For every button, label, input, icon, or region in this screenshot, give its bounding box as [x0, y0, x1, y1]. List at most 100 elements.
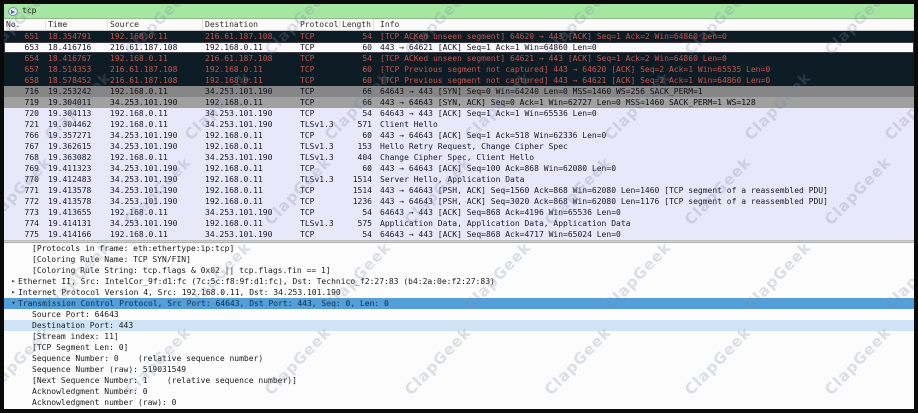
packet-rows: 65118.354791192.168.0.11216.61.187.108TC… — [4, 31, 914, 240]
packet-row-769[interactable]: 76919.41132334.253.101.190192.168.0.11TC… — [4, 163, 914, 174]
packet-row-720[interactable]: 72019.304113192.168.0.1134.253.101.190TC… — [4, 108, 914, 119]
packet-cell-time: 19.253242 — [46, 86, 108, 97]
detail-row-5[interactable]: ▾Transmission Control Protocol, Src Port… — [4, 298, 914, 309]
display-filter-bar[interactable]: tcp — [4, 4, 914, 19]
packet-row-716[interactable]: 71619.253242192.168.0.1134.253.101.190TC… — [4, 86, 914, 97]
packet-cell-len: 60 — [340, 163, 374, 174]
packet-cell-proto: TCP — [298, 163, 340, 174]
packet-row-774[interactable]: 77419.41413134.253.101.190192.168.0.11TL… — [4, 218, 914, 229]
packet-cell-proto: TCP — [298, 42, 340, 53]
packet-cell-len: 54 — [340, 31, 374, 42]
packet-cell-time: 19.413655 — [46, 207, 108, 218]
packet-cell-dst: 216.61.187.108 — [203, 53, 298, 64]
packet-cell-proto: TCP — [298, 108, 340, 119]
packet-cell-src: 216.61.187.108 — [108, 64, 203, 75]
packet-row-768[interactable]: 76819.363082192.168.0.1134.253.101.190TL… — [4, 152, 914, 163]
column-header-info[interactable]: Info — [374, 19, 914, 30]
packet-cell-proto: TCP — [298, 31, 340, 42]
detail-row-1[interactable]: [Coloring Rule Name: TCP SYN/FIN] — [4, 254, 914, 265]
packet-detail-pane: [Protocols in frame: eth:ethertype:ip:tc… — [4, 243, 914, 408]
packet-row-775[interactable]: 77519.414166192.168.0.1134.253.101.190TC… — [4, 229, 914, 240]
packet-row-658[interactable]: 65818.578452216.61.187.108192.168.0.11TC… — [4, 75, 914, 86]
detail-text: Internet Protocol Version 4, Src: 192.16… — [18, 287, 341, 298]
packet-cell-no: 716 — [4, 86, 46, 97]
packet-row-653[interactable]: 65318.416716216.61.187.108192.168.0.11TC… — [4, 42, 914, 53]
packet-cell-time: 19.362615 — [46, 141, 108, 152]
packet-row-770[interactable]: 77019.41248334.253.101.190192.168.0.11TL… — [4, 174, 914, 185]
packet-cell-dst: 34.253.101.190 — [203, 152, 298, 163]
packet-cell-time: 18.354791 — [46, 31, 108, 42]
collapsed-expander-icon[interactable]: ▸ — [9, 276, 18, 287]
packet-row-771[interactable]: 77119.41357834.253.101.190192.168.0.11TC… — [4, 185, 914, 196]
column-header-no[interactable]: No. — [4, 19, 46, 30]
packet-cell-src: 192.168.0.11 — [108, 229, 203, 240]
packet-row-654[interactable]: 65418.416767192.168.0.11216.61.187.108TC… — [4, 53, 914, 64]
packet-cell-time: 19.304113 — [46, 108, 108, 119]
packet-cell-no: 721 — [4, 119, 46, 130]
packet-row-721[interactable]: 72119.304462192.168.0.1134.253.101.190TL… — [4, 119, 914, 130]
packet-cell-dst: 34.253.101.190 — [203, 86, 298, 97]
packet-row-651[interactable]: 65118.354791192.168.0.11216.61.187.108TC… — [4, 31, 914, 42]
packet-cell-info: Server Hello, Application Data — [374, 174, 914, 185]
detail-row-6[interactable]: Source Port: 64643 — [4, 309, 914, 320]
detail-row-7[interactable]: Destination Port: 443 — [4, 320, 914, 331]
detail-row-14[interactable]: Acknowledgment number (raw): 0 — [4, 397, 914, 408]
packet-cell-time: 19.414166 — [46, 229, 108, 240]
packet-cell-len: 66 — [340, 97, 374, 108]
packet-cell-proto: TCP — [298, 75, 340, 86]
packet-cell-time: 19.304011 — [46, 97, 108, 108]
display-filter-input[interactable]: tcp — [22, 4, 36, 18]
packet-cell-src: 192.168.0.11 — [108, 108, 203, 119]
detail-text: Ethernet II, Src: IntelCor_9f:d1:fc (7c:… — [18, 276, 495, 287]
packet-row-767[interactable]: 76719.36261534.253.101.190192.168.0.11TL… — [4, 141, 914, 152]
packet-cell-no: 658 — [4, 75, 46, 86]
column-header-destination[interactable]: Destination — [203, 19, 298, 30]
column-header-length[interactable]: Length — [340, 19, 374, 30]
packet-cell-len: 153 — [340, 141, 374, 152]
packet-row-772[interactable]: 77219.41357834.253.101.190192.168.0.11TC… — [4, 196, 914, 207]
filter-bookmark-icon[interactable] — [8, 7, 18, 16]
packet-cell-info: [TCP ACKed unseen segment] 64620 → 443 [… — [374, 31, 914, 42]
packet-cell-len: 60 — [340, 64, 374, 75]
packet-list-pane: No.TimeSourceDestinationProtocolLengthIn… — [4, 19, 914, 240]
detail-row-3[interactable]: ▸Ethernet II, Src: IntelCor_9f:d1:fc (7c… — [4, 276, 914, 287]
packet-cell-len: 54 — [340, 229, 374, 240]
detail-row-11[interactable]: Sequence Number (raw): 519031549 — [4, 364, 914, 375]
packet-row-719[interactable]: 71919.30401134.253.101.190192.168.0.11TC… — [4, 97, 914, 108]
detail-row-8[interactable]: [Stream index: 11] — [4, 331, 914, 342]
detail-row-4[interactable]: ▸Internet Protocol Version 4, Src: 192.1… — [4, 287, 914, 298]
packet-row-773[interactable]: 77319.413655192.168.0.1134.253.101.190TC… — [4, 207, 914, 218]
column-header-protocol[interactable]: Protocol — [298, 19, 340, 30]
packet-cell-dst: 34.253.101.190 — [203, 207, 298, 218]
packet-cell-proto: TLSv1.3 — [298, 218, 340, 229]
packet-cell-no: 766 — [4, 130, 46, 141]
packet-cell-proto: TLSv1.3 — [298, 119, 340, 130]
packet-cell-src: 216.61.187.108 — [108, 42, 203, 53]
packet-cell-dst: 192.168.0.11 — [203, 42, 298, 53]
packet-cell-no: 774 — [4, 218, 46, 229]
packet-cell-info: 64643 → 443 [ACK] Seq=1 Ack=1 Win=65536 … — [374, 108, 914, 119]
packet-row-766[interactable]: 76619.35727134.253.101.190192.168.0.11TC… — [4, 130, 914, 141]
detail-row-9[interactable]: [TCP Segment Len: 0] — [4, 342, 914, 353]
packet-cell-src: 216.61.187.108 — [108, 75, 203, 86]
expanded-expander-icon[interactable]: ▾ — [9, 298, 18, 309]
packet-cell-time: 19.413578 — [46, 196, 108, 207]
detail-row-0[interactable]: [Protocols in frame: eth:ethertype:ip:tc… — [4, 243, 914, 254]
packet-cell-dst: 192.168.0.11 — [203, 218, 298, 229]
packet-cell-len: 1514 — [340, 185, 374, 196]
detail-row-13[interactable]: Acknowledgment Number: 0 — [4, 386, 914, 397]
packet-cell-proto: TCP — [298, 86, 340, 97]
packet-cell-info: Change Cipher Spec, Client Hello — [374, 152, 914, 163]
packet-cell-time: 19.357271 — [46, 130, 108, 141]
detail-text: Destination Port: 443 — [32, 320, 133, 331]
detail-row-10[interactable]: Sequence Number: 0 (relative sequence nu… — [4, 353, 914, 364]
column-header-source[interactable]: Source — [108, 19, 203, 30]
packet-row-657[interactable]: 65718.514353216.61.187.108192.168.0.11TC… — [4, 64, 914, 75]
column-header-time[interactable]: Time — [46, 19, 108, 30]
packet-cell-src: 192.168.0.11 — [108, 31, 203, 42]
packet-cell-src: 34.253.101.190 — [108, 97, 203, 108]
collapsed-expander-icon[interactable]: ▸ — [9, 287, 18, 298]
packet-cell-info: 443 → 64643 [ACK] Seq=1 Ack=518 Win=6233… — [374, 130, 914, 141]
detail-row-12[interactable]: [Next Sequence Number: 1 (relative seque… — [4, 375, 914, 386]
detail-row-2[interactable]: [Coloring Rule String: tcp.flags & 0x02 … — [4, 265, 914, 276]
